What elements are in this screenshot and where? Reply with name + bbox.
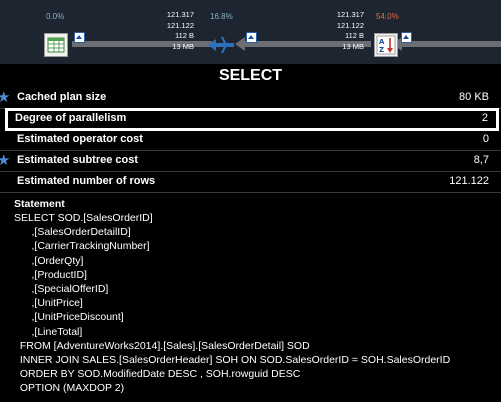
properties-list: ★ Cached plan size 80 KB Degree of paral… (0, 88, 501, 193)
table-scan-icon[interactable] (44, 33, 68, 57)
edge-data-size: 13 MB (172, 41, 194, 51)
star-icon: ★ (0, 152, 11, 169)
op-cost-percent: 54.0% (376, 12, 399, 21)
edge-stats: 121.317 121.122 112 B 13 MB (160, 10, 194, 52)
expand-op-button[interactable] (74, 32, 85, 43)
statement-label: Statement (14, 198, 65, 210)
edge-estimated-rows: 121.122 (336, 20, 364, 30)
property-row-degree-of-parallelism: Degree of parallelism 2 (5, 108, 499, 131)
op-cost-percent: 0.0% (46, 12, 65, 21)
plan-arrowhead-2 (235, 37, 245, 51)
edge-row-size: 112 B (174, 31, 194, 40)
parallelism-icon[interactable] (206, 33, 236, 57)
property-row-estimated-number-of-rows: Estimated number of rows 121.122 (0, 172, 501, 193)
execution-plan-strip: 0.0% 121.317 121.122 112 B 13 MB 16.8% 1… (0, 0, 501, 64)
property-value: 80 KB (459, 91, 489, 103)
property-row-estimated-operator-cost: Estimated operator cost 0 (0, 130, 501, 151)
property-row-estimated-subtree-cost: ★ Estimated subtree cost 8,7 (0, 151, 501, 172)
edge-actual-rows: 121.317 (166, 10, 194, 19)
property-key: Estimated number of rows (17, 175, 156, 187)
property-value: 121.122 (449, 175, 489, 187)
svg-text:A: A (379, 38, 385, 46)
star-icon: ★ (0, 89, 11, 106)
edge-row-size: 112 B (344, 31, 364, 40)
edge-stats: 121.317 121.122 112 B 13 MB (330, 10, 364, 52)
property-row-cached-plan-size: ★ Cached plan size 80 KB (0, 88, 501, 109)
property-key: Estimated subtree cost (17, 154, 139, 166)
svg-text:Z: Z (379, 46, 384, 54)
expand-op-button[interactable] (246, 32, 257, 43)
edge-estimated-rows: 121.122 (166, 20, 194, 30)
expand-op-button[interactable] (401, 32, 412, 43)
property-value: 2 (481, 112, 488, 124)
property-key: Estimated operator cost (17, 133, 143, 145)
property-key: Cached plan size (17, 91, 107, 103)
property-key: Degree of parallelism (15, 112, 127, 124)
statement-text: SELECT SOD.[SalesOrderID] ,[SalesOrderDe… (14, 212, 451, 395)
property-value: 0 (482, 133, 489, 145)
property-value: 8,7 (473, 154, 489, 166)
sort-icon[interactable]: A Z (374, 33, 398, 57)
edge-data-size: 13 MB (342, 41, 364, 51)
plan-arrow-3 (402, 41, 501, 47)
op-cost-percent: 16.8% (210, 12, 233, 21)
operator-title: SELECT (218, 67, 283, 84)
edge-actual-rows: 121.317 (336, 10, 364, 19)
